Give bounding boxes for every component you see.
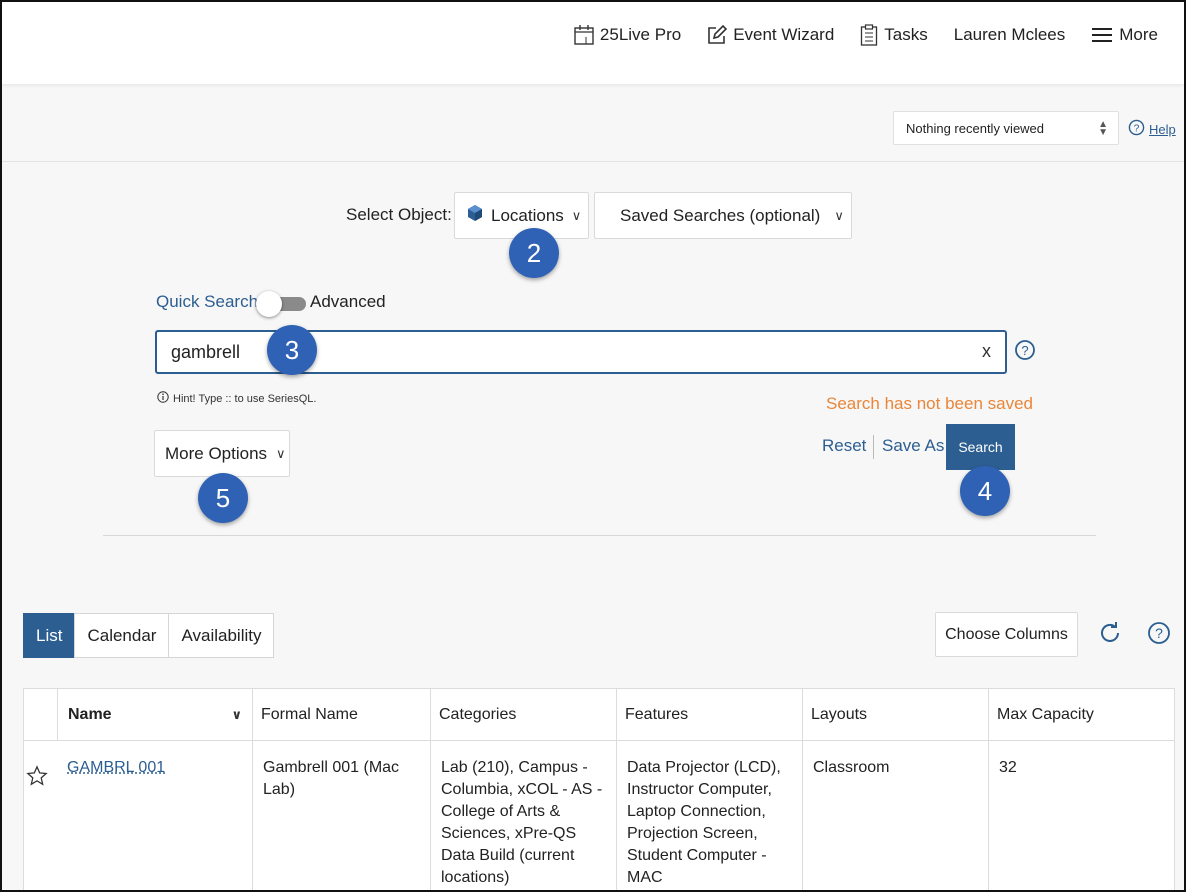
table-help-icon[interactable]: ?	[1147, 621, 1171, 650]
advanced-label[interactable]: Advanced	[310, 292, 386, 312]
nav-more[interactable]: More	[1091, 25, 1158, 45]
refresh-icon[interactable]	[1100, 621, 1122, 650]
header-features[interactable]: Features	[616, 689, 802, 741]
view-tabs: List Calendar Availability	[23, 613, 275, 658]
tab-calendar[interactable]: Calendar	[74, 613, 170, 658]
calendar-icon	[574, 24, 594, 46]
recent-bar: Nothing recently viewed ▲ ▼ ? Help	[2, 84, 1184, 162]
favorite-cell	[24, 741, 57, 890]
header-max-capacity[interactable]: Max Capacity	[988, 689, 1176, 741]
recently-viewed-select[interactable]: Nothing recently viewed ▲ ▼	[893, 111, 1119, 145]
categories-cell: Lab (210), Campus - Columbia, xCOL - AS …	[430, 741, 616, 890]
toggle-knob	[256, 291, 282, 317]
search-mode-toggle[interactable]	[256, 291, 306, 317]
svg-text:?: ?	[1155, 625, 1163, 641]
table-header: Name ∨ Formal Name Categories Features L…	[24, 689, 1174, 741]
nav-25live-pro-label: 25Live Pro	[599, 25, 682, 44]
section-divider	[103, 535, 1096, 536]
nav-more-label: More	[1119, 25, 1158, 44]
top-nav: 25Live Pro Event Wizard Tasks Lauren Mcl…	[574, 24, 1158, 46]
nav-tasks[interactable]: Tasks	[860, 24, 928, 46]
save-status-text: Search has not been saved	[826, 394, 1033, 413]
nav-25live-pro[interactable]: 25Live Pro	[574, 24, 681, 46]
link-separator	[873, 435, 874, 459]
step-badge-3: 3	[267, 325, 317, 375]
seriesql-hint: Hint! Type :: to use SeriesQL.	[157, 391, 316, 406]
saved-searches-dropdown[interactable]: Saved Searches (optional) ∨	[594, 192, 852, 239]
nav-user[interactable]: Lauren Mclees	[954, 25, 1066, 45]
location-name-link[interactable]: GAMBRL 001	[67, 759, 165, 776]
updown-chevron-icon: ▲ ▼	[1098, 119, 1108, 138]
step-badge-4: 4	[960, 466, 1010, 516]
save-as-link[interactable]: Save As	[882, 436, 944, 456]
nav-event-wizard-label: Event Wizard	[733, 25, 835, 44]
svg-text:?: ?	[1021, 343, 1028, 358]
header-categories[interactable]: Categories	[430, 689, 616, 741]
header-formal-name[interactable]: Formal Name	[252, 689, 430, 741]
top-bar: 25Live Pro Event Wizard Tasks Lauren Mcl…	[2, 2, 1184, 84]
object-type-value: Locations	[491, 205, 564, 225]
max-capacity-cell: 32	[988, 741, 1176, 890]
select-object-label: Select Object:	[346, 205, 452, 224]
chevron-down-icon: ∨	[276, 445, 286, 461]
help-circle-icon: ?	[1128, 119, 1145, 139]
recently-viewed-value: Nothing recently viewed	[906, 120, 1045, 136]
clear-search-icon[interactable]: x	[982, 341, 991, 362]
nav-event-wizard[interactable]: Event Wizard	[707, 25, 834, 45]
choose-columns-button[interactable]: Choose Columns	[935, 612, 1078, 657]
search-button[interactable]: Search	[946, 424, 1015, 470]
layouts-cell: Classroom	[802, 741, 988, 890]
step-badge-5: 5	[198, 473, 248, 523]
help-link[interactable]: ? Help	[1128, 119, 1176, 139]
star-icon[interactable]	[26, 765, 48, 794]
formal-name-cell: Gambrell 001 (Mac Lab)	[252, 741, 430, 890]
app-frame: 25Live Pro Event Wizard Tasks Lauren Mcl…	[0, 0, 1186, 892]
cube-icon	[467, 204, 483, 227]
chevron-down-icon: ∨	[571, 207, 582, 223]
name-cell: GAMBRL 001	[57, 741, 252, 890]
info-icon	[157, 391, 169, 406]
chevron-down-icon: ∨	[834, 207, 844, 223]
nav-user-label: Lauren Mclees	[953, 25, 1066, 44]
saved-searches-value: Saved Searches (optional)	[620, 205, 821, 225]
svg-text:?: ?	[1134, 123, 1140, 134]
results-table: Name ∨ Formal Name Categories Features L…	[23, 688, 1176, 890]
more-options-button[interactable]: More Options ∨	[154, 430, 290, 477]
quick-search-label[interactable]: Quick Search	[156, 292, 258, 312]
tab-list[interactable]: List	[23, 613, 76, 658]
reset-link[interactable]: Reset	[822, 436, 866, 456]
nav-tasks-label: Tasks	[884, 25, 928, 44]
header-layouts[interactable]: Layouts	[802, 689, 988, 741]
edit-icon	[707, 25, 728, 45]
features-cell: Data Projector (LCD), Instructor Compute…	[616, 741, 802, 890]
header-name[interactable]: Name ∨	[57, 689, 252, 741]
search-help-icon[interactable]: ?	[1014, 339, 1036, 366]
help-label: Help	[1149, 121, 1176, 137]
more-options-label: More Options	[165, 443, 268, 463]
seriesql-hint-text: Hint! Type :: to use SeriesQL.	[173, 392, 317, 405]
step-badge-2: 2	[509, 228, 559, 278]
tab-availability[interactable]: Availability	[168, 613, 275, 658]
header-name-label: Name	[68, 706, 112, 723]
clipboard-icon	[860, 24, 878, 46]
chevron-down-icon: ∨	[231, 707, 242, 722]
menu-icon	[1091, 27, 1113, 43]
header-favorite	[24, 689, 57, 741]
